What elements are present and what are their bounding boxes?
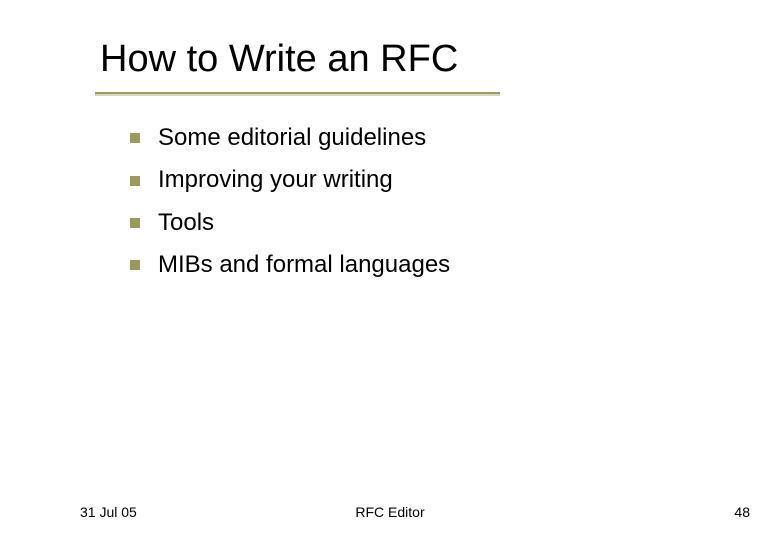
title-block: How to Write an RFC	[100, 38, 458, 81]
bullet-text: Some editorial guidelines	[158, 122, 426, 154]
slide: How to Write an RFC Some editorial guide…	[0, 0, 780, 540]
square-bullet-icon	[130, 218, 140, 228]
square-bullet-icon	[130, 260, 140, 270]
footer: 31 Jul 05 RFC Editor 48	[0, 500, 780, 520]
list-item: MIBs and formal languages	[130, 249, 450, 281]
footer-date: 31 Jul 05	[80, 504, 137, 520]
square-bullet-icon	[130, 176, 140, 186]
slide-title: How to Write an RFC	[100, 38, 458, 81]
list-item: Tools	[130, 207, 450, 239]
square-bullet-icon	[130, 133, 140, 143]
bullet-text: MIBs and formal languages	[158, 249, 450, 281]
bullet-list: Some editorial guidelines Improving your…	[130, 122, 450, 292]
list-item: Some editorial guidelines	[130, 122, 450, 154]
footer-center: RFC Editor	[355, 504, 424, 520]
footer-page-number: 48	[734, 504, 750, 520]
list-item: Improving your writing	[130, 164, 450, 196]
title-underline-shadow	[95, 94, 500, 96]
bullet-text: Tools	[158, 207, 214, 239]
bullet-text: Improving your writing	[158, 164, 393, 196]
